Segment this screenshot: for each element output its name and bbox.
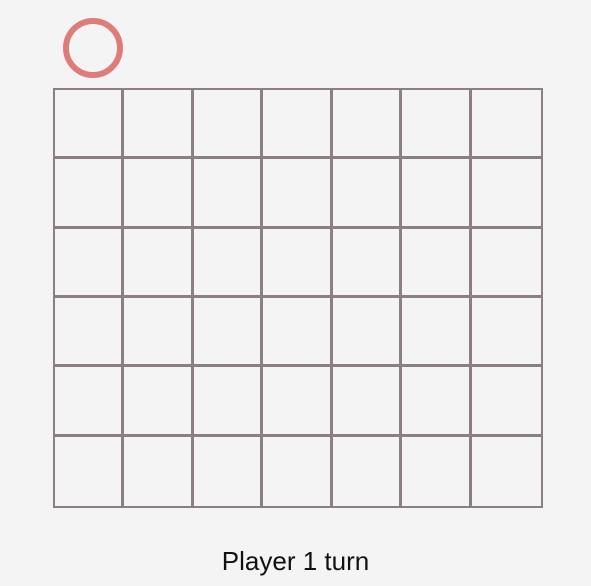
board-cell[interactable]	[193, 367, 264, 437]
board-cell[interactable]	[55, 298, 125, 368]
board-cell[interactable]	[263, 228, 333, 298]
game-board	[53, 88, 543, 508]
current-player-circle-icon[interactable]	[63, 18, 123, 78]
board-cell[interactable]	[193, 90, 264, 160]
board-cell[interactable]	[471, 229, 541, 298]
board-cell[interactable]	[55, 367, 125, 437]
board-cell[interactable]	[263, 436, 333, 506]
board-cell[interactable]	[332, 228, 403, 298]
board-cell[interactable]	[402, 90, 472, 160]
board-cell[interactable]	[193, 298, 264, 368]
board-cell[interactable]	[332, 298, 403, 368]
board-cell[interactable]	[124, 159, 194, 229]
board-cell[interactable]	[471, 90, 541, 160]
board-cell[interactable]	[402, 228, 472, 298]
board-cell[interactable]	[471, 159, 541, 229]
board-cell[interactable]	[332, 90, 403, 160]
turn-status: Player 1 turn	[221, 546, 370, 576]
board-cell[interactable]	[124, 436, 194, 506]
board-cell[interactable]	[263, 367, 333, 437]
board-cell[interactable]	[402, 298, 472, 368]
board-cell[interactable]	[471, 298, 541, 368]
board-cell[interactable]	[332, 159, 403, 229]
board-cell[interactable]	[471, 367, 541, 437]
board-cell[interactable]	[193, 159, 264, 229]
board-cell[interactable]	[55, 436, 125, 506]
board-cell[interactable]	[263, 159, 333, 229]
board-cell[interactable]	[402, 436, 472, 506]
board-cell[interactable]	[263, 298, 333, 368]
board-cell[interactable]	[55, 228, 125, 298]
board-cell[interactable]	[124, 367, 194, 437]
board-cell[interactable]	[333, 436, 403, 506]
board-cell[interactable]	[194, 436, 264, 506]
board-cell[interactable]	[402, 367, 472, 437]
board-cell[interactable]	[124, 298, 194, 368]
board-cell[interactable]	[402, 159, 472, 229]
board-cell[interactable]	[263, 90, 333, 160]
board-cell[interactable]	[193, 228, 264, 298]
board-cell[interactable]	[472, 437, 541, 506]
board-cell[interactable]	[332, 367, 403, 437]
game-container: Player 1 turn	[0, 0, 591, 586]
board-cell[interactable]	[124, 90, 194, 160]
board-cell[interactable]	[55, 90, 125, 160]
board-cell[interactable]	[55, 159, 125, 229]
board-cell[interactable]	[124, 228, 194, 298]
